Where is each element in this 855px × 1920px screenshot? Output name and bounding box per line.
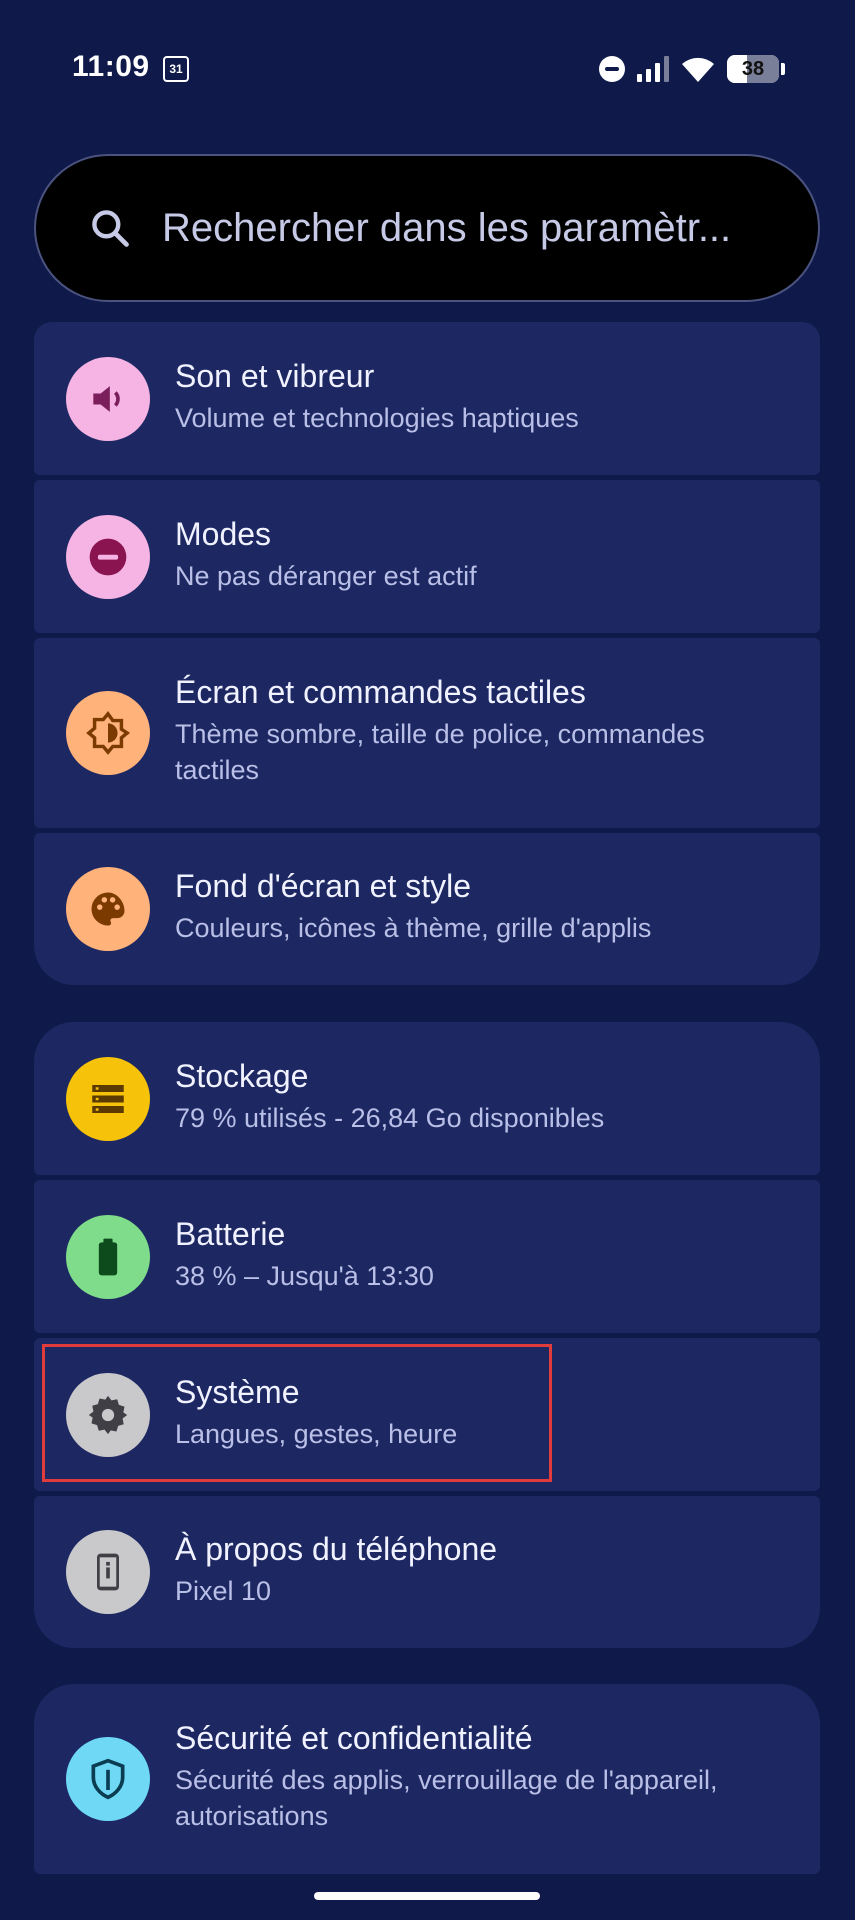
settings-item-storage[interactable]: Stockage 79 % utilisés - 26,84 Go dispon… <box>34 1022 820 1175</box>
selection-highlight <box>42 1344 552 1482</box>
status-time: 11:09 <box>72 50 150 83</box>
item-title: Sécurité et confidentialité <box>175 1720 533 1756</box>
settings-item-sound[interactable]: Son et vibreur Volume et technologies ha… <box>34 322 820 475</box>
gesture-nav-handle[interactable] <box>314 1892 540 1900</box>
item-subtitle: Ne pas déranger est actif <box>175 561 477 591</box>
battery-icon <box>66 1215 150 1299</box>
item-title: Son et vibreur <box>175 358 375 394</box>
settings-group-display-sound: Son et vibreur Volume et technologies ha… <box>34 322 820 985</box>
search-placeholder: Rechercher dans les paramètr... <box>162 205 732 250</box>
item-subtitle: Sécurité des applis, verrouillage de l'a… <box>175 1765 718 1831</box>
speaker-icon <box>66 357 150 441</box>
palette-icon <box>66 867 150 951</box>
cell-signal-icon <box>637 56 669 82</box>
item-title: Écran et commandes tactiles <box>175 674 586 710</box>
wifi-icon <box>681 55 715 83</box>
item-subtitle: Couleurs, icônes à thème, grille d'appli… <box>175 913 652 943</box>
shield-icon <box>66 1737 150 1821</box>
search-bar[interactable]: Rechercher dans les paramètr... <box>34 154 820 302</box>
status-icons: 38 <box>599 52 785 86</box>
item-title: Batterie <box>175 1216 286 1252</box>
settings-item-display[interactable]: Écran et commandes tactiles Thème sombre… <box>34 638 820 828</box>
item-title: Stockage <box>175 1058 309 1094</box>
settings-group-device: Stockage 79 % utilisés - 26,84 Go dispon… <box>34 1022 820 1648</box>
settings-item-battery[interactable]: Batterie 38 % – Jusqu'à 13:30 <box>34 1180 820 1333</box>
phone-info-icon <box>66 1530 150 1614</box>
item-title: Fond d'écran et style <box>175 868 472 904</box>
battery-status-icon: 38 <box>727 55 785 83</box>
settings-item-security[interactable]: Sécurité et confidentialité Sécurité des… <box>34 1684 820 1874</box>
settings-item-wallpaper[interactable]: Fond d'écran et style Couleurs, icônes à… <box>34 833 820 985</box>
calendar-icon: 31 <box>163 56 189 82</box>
item-subtitle: Pixel 10 <box>175 1576 272 1606</box>
do-not-disturb-icon <box>66 515 150 599</box>
battery-percent: 38 <box>741 58 765 80</box>
storage-icon <box>66 1057 150 1141</box>
item-title: À propos du téléphone <box>175 1531 498 1567</box>
search-icon <box>92 210 129 247</box>
brightness-icon <box>66 691 150 775</box>
item-title: Modes <box>175 516 272 552</box>
item-subtitle: 79 % utilisés - 26,84 Go disponibles <box>175 1103 605 1133</box>
settings-item-modes[interactable]: Modes Ne pas déranger est actif <box>34 480 820 633</box>
item-subtitle: 38 % – Jusqu'à 13:30 <box>175 1261 434 1291</box>
settings-group-security: Sécurité et confidentialité Sécurité des… <box>34 1684 820 1874</box>
status-bar: 11:09 31 38 <box>0 0 855 140</box>
item-subtitle: Volume et technologies haptiques <box>175 403 579 433</box>
do-not-disturb-status-icon <box>599 56 625 82</box>
item-subtitle: Thème sombre, taille de police, commande… <box>175 719 705 785</box>
settings-item-about-phone[interactable]: À propos du téléphone Pixel 10 <box>34 1496 820 1648</box>
